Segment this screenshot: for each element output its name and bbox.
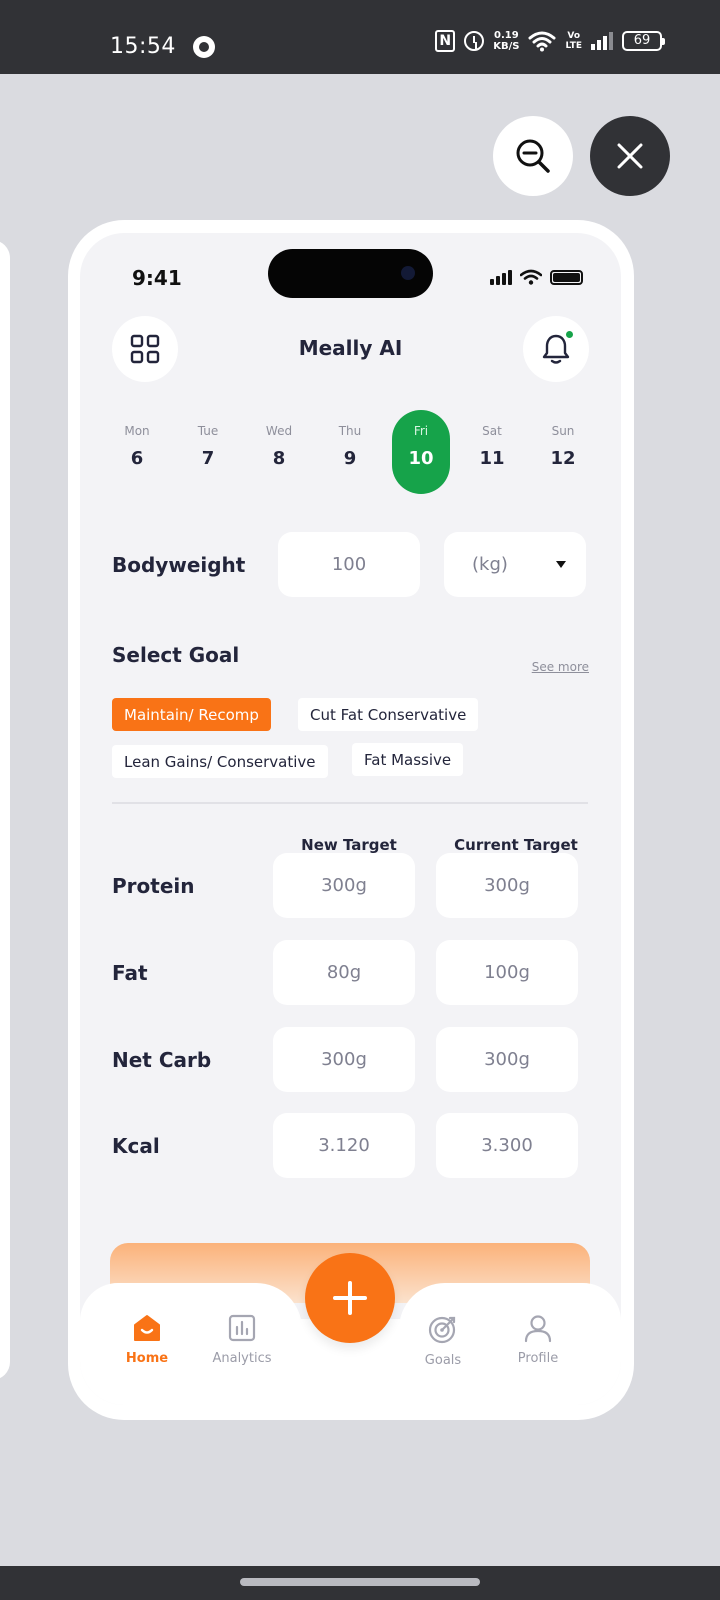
day-wed[interactable]: Wed 8 [250,410,308,494]
day-fri[interactable]: Fri 10 [392,410,450,494]
day-thu[interactable]: Thu 9 [321,410,379,494]
fat-label: Fat [112,961,148,985]
volte-bottom: LTE [565,41,582,51]
kcal-label: Kcal [112,1134,160,1158]
phone-wifi-icon [520,269,542,285]
tab-home-label: Home [125,1351,169,1366]
zoom-out-icon [516,139,550,173]
plus-icon [333,1281,367,1315]
goal-chip-fat-massive[interactable]: Fat Massive [352,743,464,776]
day-name: Thu [338,424,362,438]
day-name: Sat [482,424,502,438]
tab-goals-label: Goals [424,1353,462,1368]
day-name: Fri [413,424,429,438]
day-date: 11 [479,448,505,469]
section-divider [112,802,588,804]
home-gesture-pill[interactable] [240,1578,480,1586]
day-name: Mon [124,424,150,438]
day-date: 8 [272,448,286,469]
weight-unit-value: (kg) [472,554,508,575]
volte-icon: Vo LTE [565,31,582,51]
day-name: Sun [551,424,575,438]
add-button[interactable] [305,1253,395,1343]
protein-current-target-value: 300g [436,853,578,918]
phone-signal-icon [490,270,512,285]
select-goal-title: Select Goal [112,643,240,667]
system-status-icons: N 0.19 KB/S Vo LTE 69 [435,30,665,52]
net-carb-new-target-input[interactable]: 300g [273,1027,415,1092]
day-name: Wed [265,424,293,438]
cell-signal-icon [591,32,613,50]
weight-unit-select[interactable]: (kg) [444,532,586,597]
goal-chip-cut-fat-conservative[interactable]: Cut Fat Conservative [298,698,479,731]
day-sat[interactable]: Sat 11 [463,410,521,494]
fat-new-target-input[interactable]: 80g [273,940,415,1005]
day-date: 7 [201,448,215,469]
phone-time: 9:41 [132,266,182,290]
day-tue[interactable]: Tue 7 [179,410,237,494]
notification-dot [564,329,575,340]
day-date: 12 [550,448,576,469]
current-target-header: Current Target [454,836,578,854]
tab-analytics-label: Analytics [212,1351,272,1366]
nfc-icon: N [435,30,456,52]
analytics-icon [228,1314,256,1342]
fat-current-target-value: 100g [436,940,578,1005]
tab-home[interactable]: Home [102,1313,192,1366]
battery-icon: 69 [622,31,665,51]
tab-profile-label: Profile [517,1351,559,1366]
network-speed-unit: KB/S [493,41,520,52]
goal-chip-maintain-recomp[interactable]: Maintain/ Recomp [112,698,271,731]
day-mon[interactable]: Mon 6 [108,410,166,494]
goals-icon [428,1316,456,1344]
volte-top: Vo [567,31,581,41]
chevron-down-icon [556,561,566,568]
tab-analytics[interactable]: Analytics [197,1313,287,1366]
net-carb-current-target-value: 300g [436,1027,578,1092]
close-icon [617,143,643,169]
alarm-icon [464,31,485,51]
notifications-button[interactable] [523,316,589,382]
profile-icon [524,1315,552,1343]
bodyweight-input[interactable]: 100 [278,532,420,597]
day-date: 9 [343,448,357,469]
network-speed-value: 0.19 [493,30,519,41]
day-sun[interactable]: Sun 12 [534,410,592,494]
chrome-notification-icon [193,36,215,58]
tab-profile[interactable]: Profile [493,1313,583,1366]
protein-label: Protein [112,874,195,898]
home-icon [134,1315,160,1341]
previous-image-peek[interactable] [0,240,10,1380]
phone-status-icons [490,269,583,285]
dynamic-island [268,249,433,298]
app-screen: 9:41 Meally AI Mon 6 Tue 7 Wed 8 Thu 9 Fri 10 Sat 1… [80,233,621,1405]
day-name: Tue [197,424,219,438]
zoom-out-button[interactable] [493,116,573,196]
close-button[interactable] [590,116,670,196]
system-status-bar: 15:54 N 0.19 KB/S Vo LTE 69 [0,0,720,74]
wifi-icon [528,31,556,52]
see-more-link[interactable]: See more [532,660,589,674]
network-speed: 0.19 KB/S [493,30,519,52]
bodyweight-label: Bodyweight [112,553,246,577]
kcal-new-target-input[interactable]: 3.120 [273,1113,415,1178]
day-date: 6 [130,448,144,469]
net-carb-label: Net Carb [112,1048,212,1072]
tab-goals[interactable]: Goals [398,1313,488,1368]
phone-battery-icon [550,270,583,285]
new-target-header: New Target [301,836,397,854]
kcal-current-target-value: 3.300 [436,1113,578,1178]
goal-chip-lean-gains-conservative[interactable]: Lean Gains/ Conservative [112,745,328,778]
day-date: 10 [408,448,434,469]
protein-new-target-input[interactable]: 300g [273,853,415,918]
week-selector: Mon 6 Tue 7 Wed 8 Thu 9 Fri 10 Sat 11 Sun 12 [108,410,592,494]
system-time: 15:54 [110,34,176,59]
